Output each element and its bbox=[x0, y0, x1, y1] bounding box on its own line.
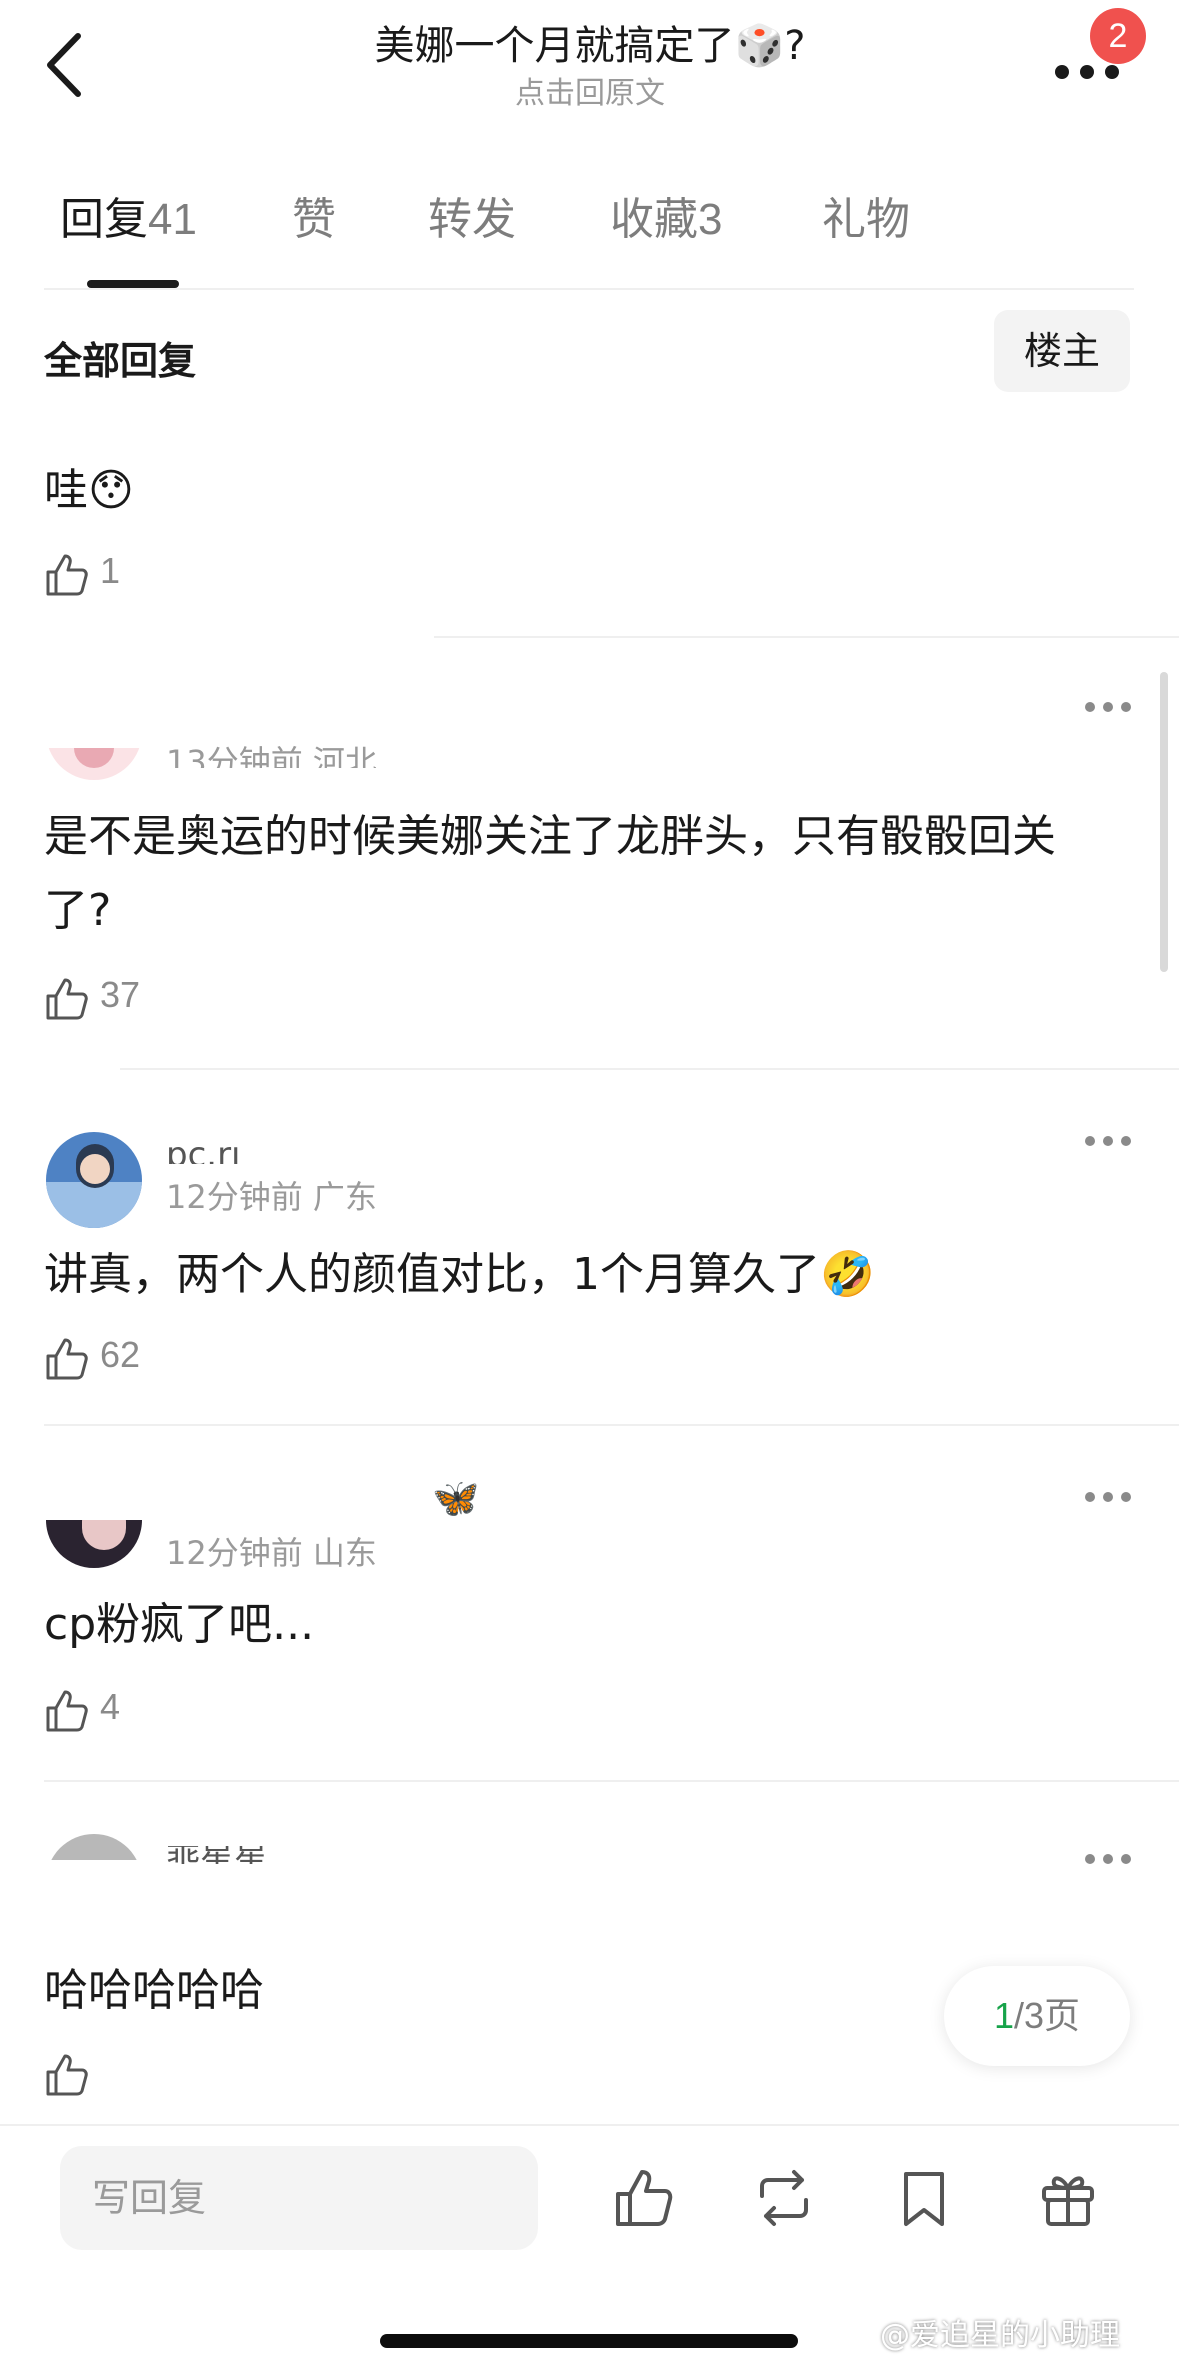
comment-meta: 12分钟前 广东 bbox=[166, 1178, 377, 1216]
like-count: 4 bbox=[100, 1686, 121, 1727]
comment-item[interactable]: 哇😯 1 bbox=[0, 410, 1179, 640]
home-indicator[interactable] bbox=[380, 2334, 798, 2348]
comment-item[interactable]: 🦋 12分钟前 山东 cp粉疯了吧... 4 bbox=[0, 1460, 1179, 1780]
thumbs-up-icon bbox=[46, 554, 88, 596]
divider bbox=[44, 1424, 1179, 1426]
badge-emoji: 🦋 bbox=[432, 1476, 480, 1520]
like-count: 37 bbox=[100, 974, 141, 1015]
comment-meta: 13分钟前 河北 bbox=[166, 744, 377, 768]
filter-bar: 全部回复 楼主 bbox=[0, 310, 1179, 400]
header: 美娜一个月就搞定了🎲? 点击回原文 2 bbox=[0, 0, 1179, 150]
back-to-original-link[interactable]: 点击回原文 bbox=[260, 74, 920, 114]
tab-reposts[interactable]: 转发 bbox=[428, 190, 516, 250]
tab-count: 3 bbox=[698, 195, 723, 244]
bottom-action-bar: 写回复 @爱追星的小助理 bbox=[0, 2124, 1179, 2379]
pagination-pill[interactable]: 1/3页 bbox=[944, 1966, 1130, 2066]
total-pages: /3页 bbox=[1014, 1995, 1081, 2036]
tab-label: 转发 bbox=[428, 195, 516, 244]
tab-gifts[interactable]: 礼物 bbox=[822, 190, 910, 250]
active-tab-indicator bbox=[87, 280, 179, 288]
tab-likes[interactable]: 赞 bbox=[292, 190, 336, 250]
repost-icon[interactable] bbox=[752, 2166, 816, 2230]
divider bbox=[120, 1068, 1179, 1070]
thumbs-up-icon bbox=[46, 2054, 88, 2096]
thumbs-up-icon bbox=[46, 1690, 88, 1732]
gift-icon[interactable] bbox=[1036, 2166, 1100, 2230]
comment-more-icon[interactable] bbox=[1084, 1490, 1132, 1504]
thumbs-up-icon bbox=[46, 978, 88, 1020]
like-count: 1 bbox=[100, 550, 121, 591]
tab-label: 收藏 bbox=[610, 195, 698, 244]
title-block[interactable]: 美娜一个月就搞定了🎲? 点击回原文 bbox=[260, 18, 920, 114]
divider bbox=[434, 636, 1179, 638]
comment-more-icon[interactable] bbox=[1084, 1134, 1132, 1148]
thumbs-up-icon bbox=[46, 1338, 88, 1380]
avatar[interactable] bbox=[46, 1520, 142, 1568]
comment-text: 讲真，两个人的颜值对比，1个月算久了🤣 bbox=[44, 1249, 875, 1300]
butterfly-badge-icon: 🦋 bbox=[432, 1478, 479, 1518]
divider bbox=[44, 1780, 1179, 1782]
scrollbar[interactable] bbox=[1160, 672, 1168, 972]
tab-label: 回复 bbox=[60, 195, 148, 244]
comment-item[interactable]: 13分钟前 河北 是不是奥运的时候美娜关注了龙胖头，只有骰骰回关了? 37 bbox=[0, 680, 1179, 1080]
tab-count: 41 bbox=[148, 195, 197, 244]
username[interactable] bbox=[166, 1508, 346, 1526]
avatar[interactable] bbox=[46, 748, 142, 780]
all-replies-title[interactable]: 全部回复 bbox=[44, 330, 196, 385]
thumbs-up-icon[interactable] bbox=[612, 2166, 676, 2230]
comment-text: 是不是奥运的时候美娜关注了龙胖头，只有骰骰回关了? bbox=[44, 811, 1056, 936]
tab-bar: 回复41 赞 转发 收藏3 礼物 bbox=[44, 190, 1134, 290]
reply-input[interactable]: 写回复 bbox=[60, 2146, 538, 2250]
comment-more-icon[interactable] bbox=[1084, 700, 1132, 714]
avatar[interactable] bbox=[46, 1834, 142, 1860]
notification-badge: 2 bbox=[1090, 8, 1146, 64]
comment-more-icon[interactable] bbox=[1084, 1852, 1132, 1866]
comment-item[interactable]: pc.rj 12分钟前 广东 讲真，两个人的颜值对比，1个月算久了🤣 62 bbox=[0, 1110, 1179, 1426]
username[interactable]: 乖星星 bbox=[166, 1846, 306, 1864]
op-only-button[interactable]: 楼主 bbox=[994, 310, 1130, 392]
like-count: 62 bbox=[100, 1334, 141, 1375]
back-arrow-icon[interactable] bbox=[40, 30, 90, 100]
avatar[interactable] bbox=[46, 1132, 142, 1228]
tab-replies[interactable]: 回复41 bbox=[60, 190, 197, 250]
tab-label: 赞 bbox=[292, 195, 336, 244]
tab-label: 礼物 bbox=[822, 195, 910, 244]
tab-favorites[interactable]: 收藏3 bbox=[610, 190, 722, 250]
bookmark-icon[interactable] bbox=[892, 2166, 956, 2230]
current-page: 1 bbox=[993, 1995, 1014, 2036]
watermark: @爱追星的小助理 bbox=[880, 2318, 1120, 2353]
comment-text: cp粉疯了吧... bbox=[44, 1599, 315, 1650]
comment-meta: 12分钟前 山东 bbox=[166, 1534, 377, 1572]
post-title: 美娜一个月就搞定了🎲? bbox=[374, 23, 806, 69]
comment-text: 哇😯 bbox=[44, 465, 134, 516]
username[interactable]: pc.rj bbox=[166, 1146, 241, 1164]
